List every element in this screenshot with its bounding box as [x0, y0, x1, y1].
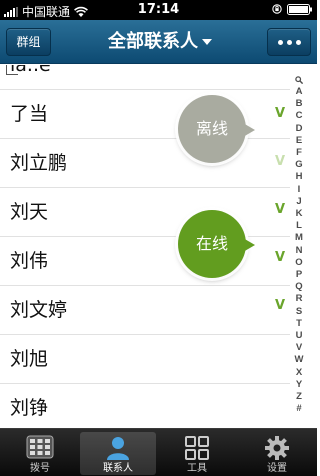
- index-letter[interactable]: M: [291, 233, 307, 243]
- tools-grid-icon: [185, 436, 209, 460]
- contact-name: 刘铮: [10, 397, 49, 419]
- battery-icon: [287, 3, 312, 15]
- contact-name: ia..e: [10, 65, 51, 76]
- contact-name: 刘立鹏: [10, 152, 68, 174]
- status-time: 17:14: [137, 2, 180, 17]
- contact-name: 刘文婷: [10, 299, 68, 321]
- tab-tools[interactable]: 工具: [159, 432, 235, 475]
- tab-contacts[interactable]: 联系人: [80, 432, 156, 475]
- contact-row[interactable]: 刘旭: [0, 335, 290, 384]
- status-right: [272, 3, 313, 15]
- index-letter[interactable]: W: [291, 355, 307, 365]
- index-letter[interactable]: I: [291, 184, 307, 195]
- contacts-filter-dropdown[interactable]: 全部联系人: [90, 20, 230, 64]
- offline-check-icon: V: [275, 154, 286, 169]
- index-letter[interactable]: #: [291, 404, 307, 414]
- online-check-icon: V: [275, 298, 286, 313]
- index-letter[interactable]: G: [291, 160, 307, 170]
- index-letter[interactable]: O: [291, 257, 307, 268]
- index-letter[interactable]: E: [291, 135, 307, 146]
- contact-name: 刘伟: [10, 250, 49, 272]
- tab-label: 拨号: [30, 463, 50, 474]
- search-icon[interactable]: [295, 76, 303, 84]
- index-letter[interactable]: Y: [291, 379, 307, 390]
- more-dot-icon: [277, 39, 283, 45]
- index-letter[interactable]: D: [291, 123, 307, 134]
- index-letter[interactable]: X: [291, 367, 307, 378]
- index-letter[interactable]: U: [291, 331, 307, 341]
- contact-name: 刘旭: [10, 348, 49, 370]
- offline-legend-bubble: 离线: [178, 95, 255, 163]
- index-letter[interactable]: L: [291, 221, 307, 231]
- tab-label: 联系人: [103, 463, 133, 474]
- gear-icon: [265, 436, 289, 460]
- tab-label: 设置: [267, 463, 287, 474]
- contact-row[interactable]: 刘铮: [0, 384, 290, 428]
- index-letter[interactable]: H: [291, 172, 307, 182]
- online-check-icon: V: [275, 250, 286, 265]
- online-check-icon: V: [275, 106, 286, 121]
- index-letter[interactable]: S: [291, 306, 307, 317]
- nav-bar: 群组 全部联系人: [0, 20, 317, 64]
- rotation-lock-icon: [272, 4, 282, 14]
- contact-row[interactable]: ia..e: [0, 65, 290, 90]
- tab-settings[interactable]: 设置: [239, 432, 315, 475]
- dialpad-icon: [26, 435, 54, 459]
- tab-bar: 拨号 联系人 工具 设置: [0, 428, 317, 476]
- contact-list[interactable]: ia..e 了当 V 刘立鹏 V 刘天 V 刘伟 V 刘文婷 V 刘旭 刘铮: [0, 65, 317, 428]
- index-letter[interactable]: N: [291, 245, 307, 256]
- group-button[interactable]: 群组: [6, 28, 51, 56]
- more-dot-icon: [286, 39, 292, 45]
- contact-row[interactable]: 刘文婷 V: [0, 286, 290, 335]
- more-button[interactable]: [267, 28, 311, 56]
- contact-name: 了当: [10, 103, 49, 125]
- more-dot-icon: [295, 39, 301, 45]
- contact-row[interactable]: 刘立鹏 V: [0, 139, 290, 188]
- status-bar: 中国联通 17:14: [0, 0, 317, 20]
- contact-row[interactable]: 刘天 V: [0, 188, 290, 237]
- index-letter[interactable]: Z: [291, 392, 307, 402]
- index-letter[interactable]: J: [291, 196, 307, 207]
- index-letter[interactable]: K: [291, 209, 307, 219]
- index-letter[interactable]: C: [291, 111, 307, 121]
- index-letter[interactable]: P: [291, 270, 307, 280]
- page-title: 全部联系人: [108, 31, 198, 52]
- alphabet-index-bar[interactable]: A B C D E F G H I J K L M N O P Q R S T U V W X Y Z #: [291, 76, 307, 416]
- chevron-down-icon: [202, 39, 212, 45]
- index-letter[interactable]: R: [291, 294, 307, 304]
- tab-label: 工具: [187, 463, 207, 474]
- contact-name: 刘天: [10, 201, 49, 223]
- index-letter[interactable]: Q: [291, 282, 307, 292]
- online-check-icon: V: [275, 202, 286, 217]
- tab-dialpad[interactable]: 拨号: [2, 432, 78, 475]
- index-letter[interactable]: T: [291, 318, 307, 329]
- index-letter[interactable]: A: [291, 87, 307, 97]
- online-legend-bubble: 在线: [178, 210, 255, 278]
- index-letter[interactable]: F: [291, 148, 307, 158]
- index-letter[interactable]: V: [291, 343, 307, 353]
- index-letter[interactable]: B: [291, 99, 307, 109]
- contacts-icon: [107, 437, 129, 460]
